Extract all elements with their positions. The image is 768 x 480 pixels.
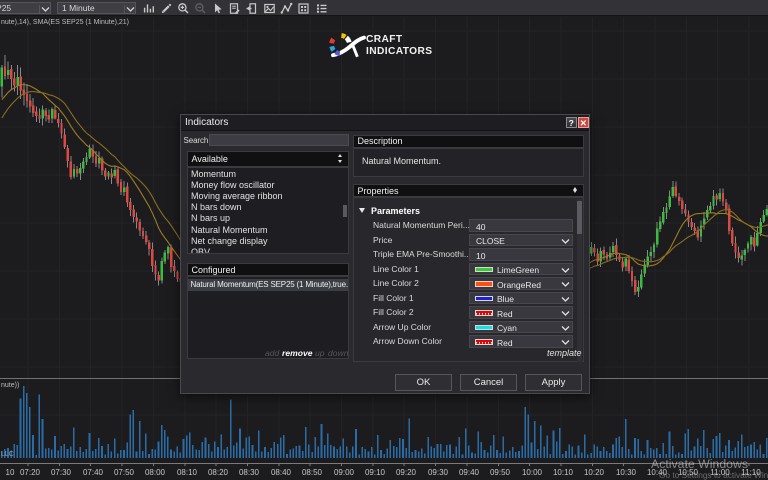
svg-text:INDICATORS: INDICATORS (366, 46, 432, 57)
svg-text:CRAFT: CRAFT (366, 34, 403, 45)
